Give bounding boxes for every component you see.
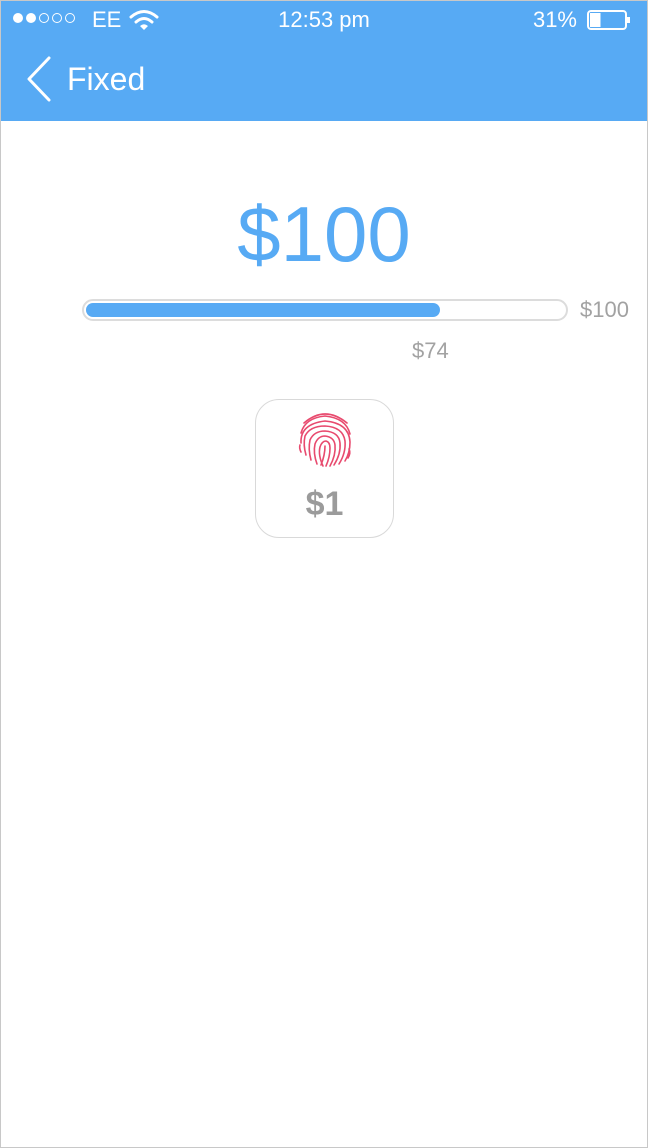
progress-max-label: $100 <box>580 297 629 322</box>
back-button[interactable]: Fixed <box>23 53 145 105</box>
back-button-label: Fixed <box>67 61 146 97</box>
progress-current-label: $74 <box>412 338 449 363</box>
top-bar: EE 12:53 pm 31% Fixed <box>1 1 647 121</box>
goal-amount: $100 <box>237 190 411 278</box>
tile-amount-label: $1 <box>305 485 344 523</box>
battery-icon <box>587 10 630 30</box>
savings-progress-fill <box>86 303 440 317</box>
app-screen: EE 12:53 pm 31% Fixed $100 $100 $74 $1 <box>0 0 648 1148</box>
navigation-bar: Fixed <box>1 41 647 121</box>
fingerprint-icon <box>298 413 351 467</box>
savings-progress-bar <box>82 299 568 321</box>
chevron-left-icon <box>27 56 51 102</box>
battery-percent: 31% <box>532 7 577 32</box>
status-bar: EE 12:53 pm 31% <box>1 1 647 41</box>
touch-id-pay-button[interactable]: $1 <box>255 399 394 538</box>
